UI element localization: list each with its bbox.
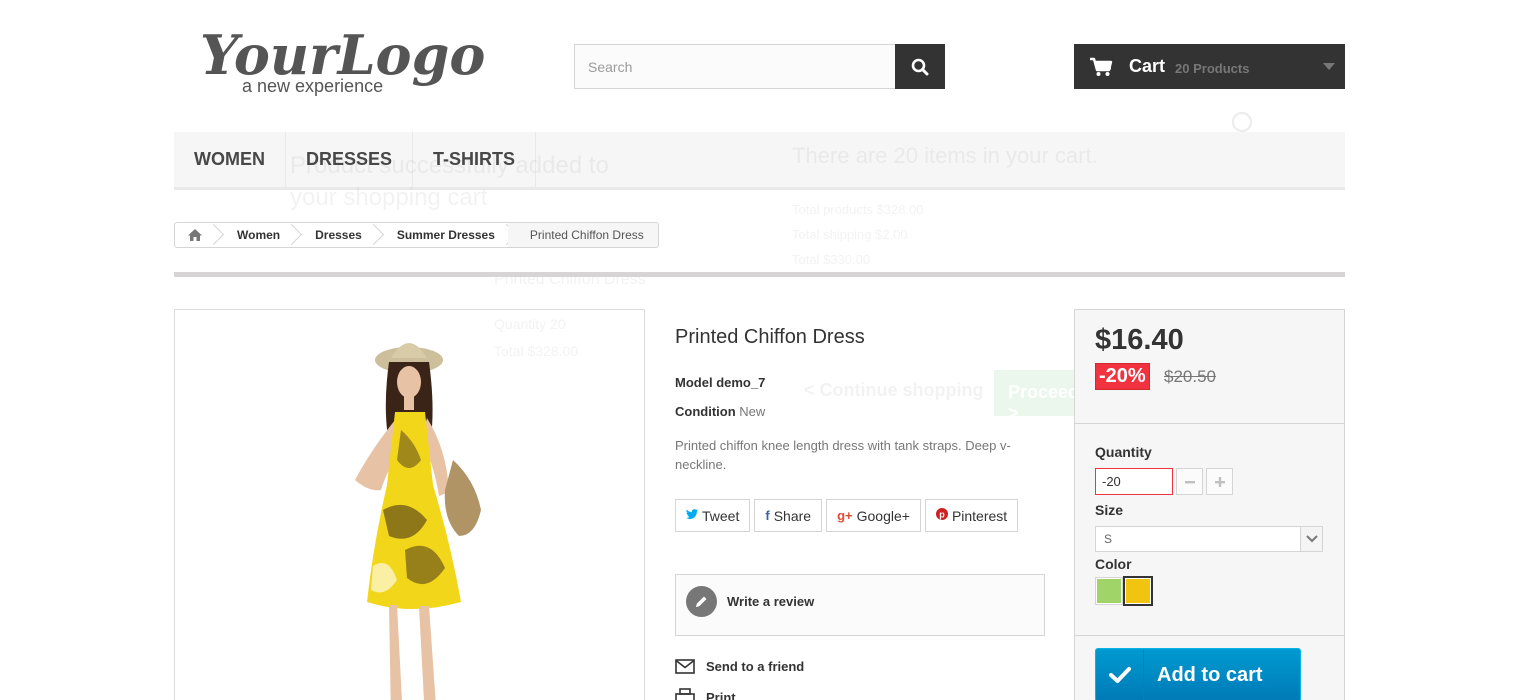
condition-value: New (739, 404, 766, 419)
plus-icon (1214, 476, 1225, 487)
quantity-increase-button[interactable] (1206, 468, 1233, 495)
twitter-icon (686, 508, 698, 523)
pinterest-icon: p (935, 508, 948, 523)
reduction-badge: -20% (1095, 363, 1150, 390)
layer-continue-button: < Continue shopping (804, 380, 984, 400)
printer-icon (675, 688, 695, 700)
color-label: Color (1095, 556, 1132, 572)
share-button[interactable]: f Share (754, 499, 823, 532)
pinterest-label: Pinterest (951, 507, 1008, 524)
menu-item-tshirts[interactable]: T-shirts (413, 132, 537, 187)
layer-close-icon[interactable] (1232, 112, 1252, 132)
pinterest-button[interactable]: p Pinterest (924, 499, 1019, 532)
color-swatch-yellow[interactable] (1125, 578, 1151, 604)
print-label: Print (706, 689, 736, 700)
layer-total: Total $330.00 (792, 252, 871, 267)
add-to-cart-label: Add to cart (1157, 663, 1263, 686)
chevron-down-icon (1300, 527, 1322, 551)
breadcrumb-summer-dresses[interactable]: Summer Dresses (375, 223, 508, 247)
checkmark-icon (1096, 649, 1144, 700)
googleplus-icon: g+ (837, 508, 853, 523)
size-label: Size (1095, 502, 1124, 518)
envelope-icon (675, 659, 695, 674)
size-select[interactable]: S (1095, 526, 1323, 552)
print-link[interactable]: Print (675, 688, 736, 700)
condition-label: Condition (675, 404, 736, 419)
share-label: Share (773, 507, 812, 524)
breadcrumb-current: Printed Chiffon Dress (507, 223, 658, 247)
menu-item-women[interactable]: Women (174, 132, 286, 187)
breadcrumb-women[interactable]: Women (215, 223, 293, 247)
color-swatch-green[interactable] (1096, 578, 1122, 604)
social-sharing: Tweet f Share g+ Google+ p Pinterest (675, 499, 1019, 532)
quantity-decrease-button[interactable] (1176, 468, 1203, 495)
product-description: Printed chiffon knee length dress with t… (675, 438, 1011, 472)
dress-model-image (355, 343, 481, 700)
cart-label: Cart (1129, 56, 1166, 76)
product-model: Model demo_7 (675, 375, 765, 390)
layer-total-products: Total products $328.00 (792, 202, 924, 217)
divider (174, 272, 1345, 277)
product-image[interactable] (174, 309, 645, 700)
tweet-button[interactable]: Tweet (675, 499, 751, 532)
product-title: Printed Chiffon Dress (675, 326, 865, 348)
pencil-icon (686, 586, 717, 617)
store-logo[interactable]: YourLogo a new experience (198, 16, 488, 100)
product-condition: Condition New (675, 404, 765, 419)
google-plus-button[interactable]: g+ Google+ (826, 499, 921, 532)
size-selected-value: S (1104, 532, 1113, 546)
search-button[interactable] (895, 44, 945, 89)
send-to-friend-label: Send to a friend (706, 659, 805, 674)
svg-text:p: p (939, 510, 945, 520)
write-review-label: Write a review (727, 594, 815, 609)
add-to-cart-button[interactable]: Add to cart (1095, 648, 1301, 700)
price-area: $16.40 -20% $20.50 (1075, 310, 1344, 424)
menu-item-dresses[interactable]: Dresses (286, 132, 414, 187)
quantity-label: Quantity (1095, 444, 1152, 460)
chevron-down-icon (1323, 63, 1335, 70)
home-icon (188, 229, 202, 241)
send-to-friend-link[interactable]: Send to a friend (675, 659, 804, 674)
current-price: $16.40 (1095, 324, 1184, 356)
search-bar (574, 44, 945, 89)
quantity-input[interactable] (1095, 468, 1173, 495)
search-icon (911, 58, 929, 75)
logo-tagline: a new experience (242, 76, 383, 96)
layer-total-shipping: Total shipping $2.00 (792, 227, 908, 242)
cart-button[interactable]: Cart 20 Products (1074, 44, 1345, 89)
cart-count: 20 Products (1175, 60, 1250, 76)
breadcrumb-home[interactable] (175, 223, 215, 247)
model-value: demo_7 (716, 375, 766, 390)
write-review-link[interactable]: Write a review (686, 586, 814, 617)
shopping-cart-icon (1090, 57, 1113, 76)
main-menu: Women Dresses T-shirts (174, 132, 1345, 190)
breadcrumb-dresses[interactable]: Dresses (293, 223, 375, 247)
minus-icon (1184, 480, 1195, 483)
search-input[interactable] (574, 44, 895, 89)
breadcrumb: Women Dresses Summer Dresses Printed Chi… (174, 222, 659, 248)
google-plus-label: Google+ (856, 507, 910, 524)
divider (1075, 635, 1344, 636)
tweet-label: Tweet (702, 507, 740, 524)
old-price: $20.50 (1164, 367, 1216, 386)
review-box: Write a review (675, 574, 1045, 636)
model-label: Model (675, 375, 713, 390)
facebook-icon: f (765, 508, 770, 523)
buy-box: $16.40 -20% $20.50 Quantity Size S Color… (1074, 309, 1345, 700)
